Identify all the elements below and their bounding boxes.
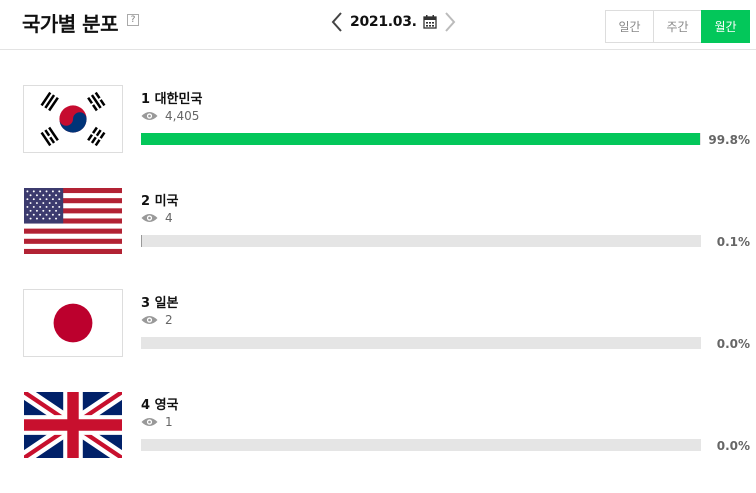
view-count-value: 4 [165,211,173,225]
view-count: 2 [141,313,173,327]
share-bar [141,133,701,145]
view-count: 4,405 [141,109,199,123]
header: 국가별 분포 ? 2021.03. 일간 주간 월간 [0,0,756,50]
view-count: 4 [141,211,173,225]
share-percent: 0.1% [716,235,750,249]
help-icon[interactable]: ? [127,14,139,26]
share-bar-fill [141,133,700,145]
tab-weekly[interactable]: 주간 [653,10,702,43]
country-name: 3 일본 [141,296,179,311]
share-percent: 0.0% [716,337,750,351]
tab-daily[interactable]: 일간 [605,10,654,43]
flag-usa-icon [23,187,123,255]
calendar-icon[interactable] [423,15,437,29]
country-name: 4 영국 [141,398,179,413]
page-title: 국가별 분포 [22,12,118,36]
share-percent: 0.0% [716,439,750,453]
chevron-left-icon [331,12,342,32]
prev-month-button[interactable] [330,10,344,34]
share-bar [141,439,701,451]
eye-icon [141,112,158,120]
share-bar [141,337,701,349]
view-count-value: 4,405 [165,109,200,123]
view-count-value: 2 [165,313,173,327]
chevron-right-icon [444,12,456,32]
share-bar [141,235,701,247]
next-month-button[interactable] [443,10,457,34]
eye-icon [141,316,158,324]
date-navigator: 2021.03. [330,10,457,34]
eye-icon [141,214,158,222]
tab-monthly[interactable]: 월간 [701,10,750,43]
flag-uk-icon [23,391,123,459]
flag-korea-icon [23,85,123,153]
eye-icon [141,418,158,426]
period-tabs: 일간 주간 월간 [605,10,750,43]
view-count: 1 [141,415,173,429]
country-row: 1 대한민국 4,405 99.8% [0,85,756,153]
country-row: 4 영국 1 0.0% [0,391,756,459]
country-row: 3 일본 2 0.0% [0,289,756,357]
country-name: 2 미국 [141,194,179,209]
flag-japan-icon [23,289,123,357]
share-bar-fill [141,235,142,247]
share-percent: 99.8% [708,133,750,147]
current-date: 2021.03. [350,14,417,30]
country-row: 2 미국 4 0.1% [0,187,756,255]
country-name: 1 대한민국 [141,92,203,107]
view-count-value: 1 [165,415,173,429]
